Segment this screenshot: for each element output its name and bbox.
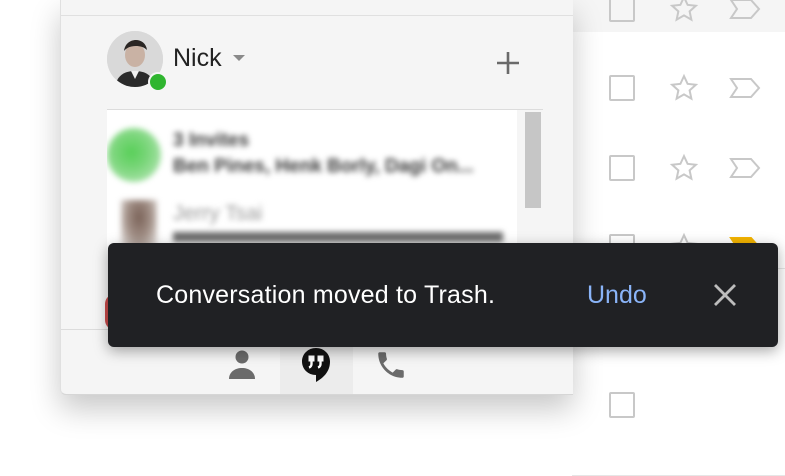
plus-icon[interactable] <box>495 50 521 76</box>
conversation-title: Jerry Tsai <box>173 202 263 225</box>
select-checkbox[interactable] <box>609 155 635 181</box>
conversation-preview <box>173 232 503 242</box>
close-icon[interactable] <box>711 281 739 309</box>
phone-icon[interactable] <box>374 348 408 382</box>
person-icon[interactable] <box>228 348 256 380</box>
conversation-list: 3 Invites Ben Pines, Henk Borly, Dagi On… <box>107 110 517 250</box>
importance-marker-icon[interactable] <box>729 0 761 20</box>
star-icon[interactable] <box>668 0 700 24</box>
email-list <box>572 0 785 476</box>
email-row[interactable] <box>572 370 785 476</box>
undo-button[interactable]: Undo <box>587 281 647 310</box>
select-checkbox[interactable] <box>609 75 635 101</box>
snackbar-toast: Conversation moved to Trash. Undo <box>108 243 778 347</box>
user-name[interactable]: Nick <box>173 44 222 73</box>
star-icon[interactable] <box>668 153 700 183</box>
select-checkbox[interactable] <box>609 392 635 418</box>
importance-marker-icon[interactable] <box>729 157 761 179</box>
chevron-down-icon[interactable] <box>233 55 245 61</box>
quote-bubble-icon[interactable] <box>301 347 331 383</box>
snackbar-message: Conversation moved to Trash. <box>156 281 496 309</box>
importance-marker-icon[interactable] <box>729 77 761 99</box>
star-icon[interactable] <box>668 73 700 103</box>
scrollbar-thumb[interactable] <box>525 112 541 208</box>
email-row[interactable] <box>572 60 785 121</box>
panel-divider <box>61 15 573 16</box>
email-row[interactable] <box>572 120 785 209</box>
email-row[interactable] <box>572 0 785 33</box>
online-status-indicator <box>148 72 168 92</box>
conversation-item[interactable]: Jerry Tsai <box>107 110 517 250</box>
select-checkbox[interactable] <box>609 0 635 22</box>
